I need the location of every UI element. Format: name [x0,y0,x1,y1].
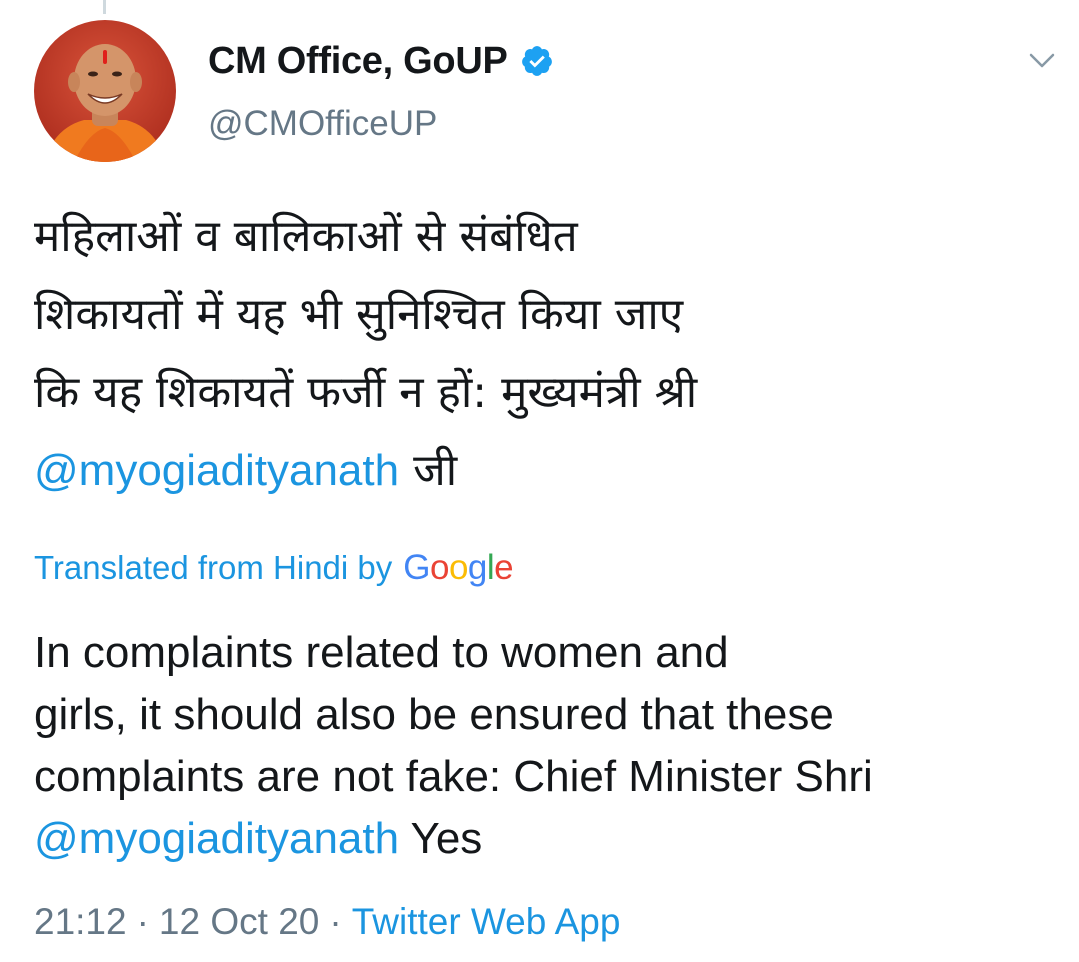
separator-dot: · [136,901,149,942]
google-logo-letter: g [467,548,487,587]
google-logo-letter: o [429,548,449,587]
tweet-date[interactable]: 12 Oct 20 [159,901,319,943]
tweet-metadata: 21:12 · 12 Oct 20 · Twitter Web App [34,898,620,946]
translation-attribution: Translated from Hindi by Google [34,546,514,590]
chevron-down-icon[interactable] [1026,44,1058,76]
original-text-suffix: जी [399,445,458,496]
original-text-line: महिलाओं व बालिकाओं से संबंधित [34,211,578,262]
tweet-source-link[interactable]: Twitter Web App [352,901,621,943]
verified-badge-icon [520,44,554,78]
tweet-time[interactable]: 21:12 [34,901,127,943]
google-logo-letter: e [494,548,514,587]
translated-text-line: complaints are not fake: Chief Minister … [34,752,873,801]
display-name[interactable]: CM Office, GoUP [208,40,508,83]
author-name-row: CM Office, GoUP [208,36,554,86]
translated-text-line: girls, it should also be ensured that th… [34,690,834,739]
separator-dot: · [329,901,342,942]
translated-text-suffix: Yes [399,814,483,863]
author-handle[interactable]: @CMOfficeUP [208,104,437,144]
tweet-translated-text: In complaints related to women and girls… [34,622,1054,870]
avatar[interactable] [34,20,176,162]
mention-link[interactable]: @myogiadityanath [34,446,399,495]
translated-text-line: In complaints related to women and [34,628,729,677]
translated-text-line: @myogiadityanath Yes [34,808,1054,870]
original-text-line: कि यह शिकायतें फर्जी न हों: मुख्यमंत्री … [34,367,698,418]
thread-connector-line [103,0,106,14]
google-logo-letter: G [403,548,430,587]
translated-from-label[interactable]: Translated from Hindi by [34,549,392,587]
profile-photo-icon [34,20,176,162]
google-logo: Google [403,548,513,588]
google-logo-letter: o [448,548,468,587]
original-text-line: @myogiadityanath जी [34,432,1044,510]
tweet-original-text: महिलाओं व बालिकाओं से संबंधित शिकायतों म… [34,198,1044,510]
mention-link[interactable]: @myogiadityanath [34,814,399,863]
original-text-line: शिकायतों में यह भी सुनिश्चित किया जाए [34,289,684,340]
